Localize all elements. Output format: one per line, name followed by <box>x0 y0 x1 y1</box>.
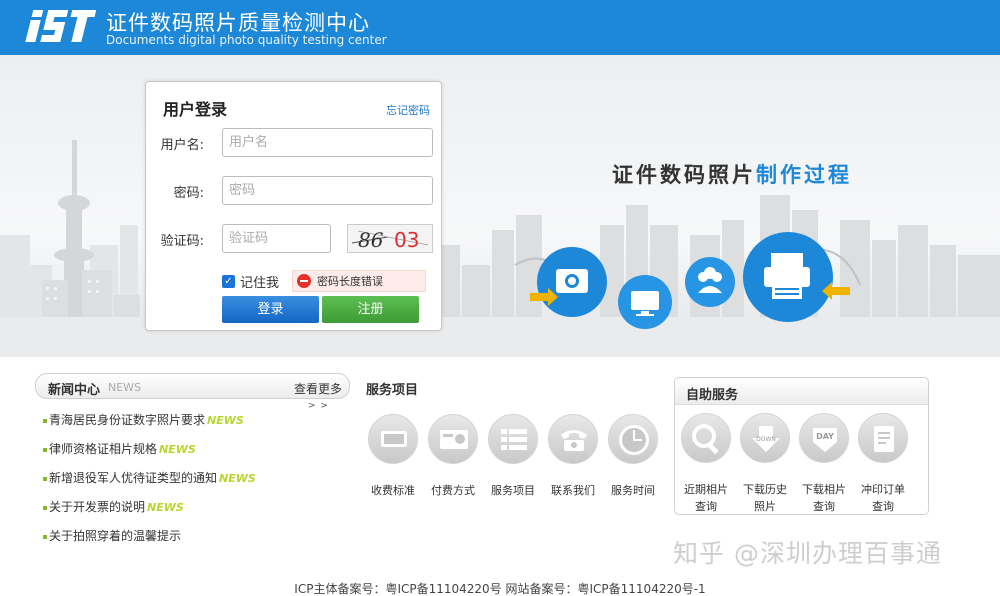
payment-card-icon[interactable] <box>428 414 478 464</box>
process-title-blue: 制作过程 <box>756 162 852 187</box>
label-line1: 下载相片 <box>802 483 846 496</box>
news-item-text[interactable]: 律师资格证相片规格 <box>49 442 157 456</box>
login-panel: 用户登录 忘记密码 用户名: 密码: 验证码: 86 03 ✓ 记住我 密码长度… <box>145 81 442 331</box>
news-item[interactable]: 青海居民身份证数字照片要求 NEWS <box>43 411 244 428</box>
bullet-icon <box>43 476 47 481</box>
remember-checkbox[interactable]: ✓ <box>222 275 235 288</box>
remember-me[interactable]: ✓ 记住我 <box>222 272 279 291</box>
list-icon[interactable] <box>488 414 538 464</box>
download-icon[interactable]: DOWN <box>740 413 790 463</box>
label-line1: 下载历史 <box>743 483 787 496</box>
error-text: 密码长度错误 <box>317 275 383 288</box>
news-more-arrows[interactable]: > > <box>308 401 329 411</box>
self-service-title: 自助服务 <box>686 388 739 403</box>
bullet-icon <box>43 447 47 452</box>
self-service-label[interactable]: 冲印订单 查询 <box>855 481 911 515</box>
news-tag: NEWS <box>147 501 184 514</box>
service-label[interactable]: 服务时间 <box>598 482 668 498</box>
services-title: 服务项目 <box>366 383 419 398</box>
process-title: 证件数码照片制作过程 <box>612 159 852 189</box>
bullet-icon <box>43 534 47 539</box>
self-service-panel: 自助服务 DOWN DAY 近期相片查询 下载历史照片 下载相片查询 冲印订单查… <box>674 377 929 515</box>
self-service-label[interactable]: 近期相片 查询 <box>678 481 734 515</box>
username-input[interactable] <box>222 128 433 157</box>
news-item[interactable]: 关于开发票的说明 NEWS <box>43 498 184 515</box>
label-line1: 冲印订单 <box>861 483 905 496</box>
top-header: 证件数码照片质量检测中心 Documents digital photo qua… <box>0 0 1000 55</box>
site-subtitle: Documents digital photo quality testing … <box>106 33 387 47</box>
day-label: DAY <box>816 432 834 441</box>
news-item-text[interactable]: 关于拍照穿着的温馨提示 <box>49 529 181 543</box>
monitor-circle <box>618 275 672 329</box>
self-service-header: 自助服务 <box>675 378 928 405</box>
zhihu-watermark: 知乎 @深圳办理百事通 <box>673 539 942 568</box>
login-button[interactable]: 登录 <box>222 296 319 323</box>
error-icon <box>297 274 311 288</box>
phone-icon[interactable] <box>548 414 598 464</box>
remember-label: 记住我 <box>240 276 280 291</box>
label-line2: 照片 <box>754 500 776 513</box>
news-item[interactable]: 律师资格证相片规格 NEWS <box>43 440 196 457</box>
captcha-label: 验证码: <box>160 234 204 249</box>
news-item-text[interactable]: 青海居民身份证数字照片要求 <box>49 413 205 427</box>
login-title: 用户登录 <box>163 100 228 119</box>
label-line1: 近期相片 <box>684 483 728 496</box>
error-message: 密码长度错误 <box>292 270 426 292</box>
down-label: DOWN <box>756 436 776 443</box>
search-icon[interactable] <box>681 413 731 463</box>
icp-footer: ICP主体备案号：粤ICP备11104220号 网站备案号：粤ICP备11104… <box>294 582 706 596</box>
news-item-text[interactable]: 关于开发票的说明 <box>49 500 145 514</box>
password-input[interactable] <box>222 176 433 205</box>
captcha-digits-dark: 86 <box>358 228 384 252</box>
username-label: 用户名: <box>160 138 204 153</box>
register-button[interactable]: 注册 <box>322 296 419 323</box>
people-circle <box>685 257 735 307</box>
camera-circle <box>537 247 607 317</box>
news-header: 新闻中心 NEWS 查看更多 <box>35 373 350 399</box>
clock-icon[interactable] <box>608 414 658 464</box>
news-more-link[interactable]: 查看更多 <box>294 380 342 397</box>
day-calendar-icon[interactable]: DAY <box>799 413 849 463</box>
bullet-icon <box>43 505 47 510</box>
label-line2: 查询 <box>872 500 894 513</box>
self-service-label[interactable]: 下载历史 照片 <box>737 481 793 515</box>
label-line2: 查询 <box>813 500 835 513</box>
news-tag: NEWS <box>159 443 196 456</box>
news-title: 新闻中心 <box>48 383 101 398</box>
money-icon[interactable] <box>368 414 418 464</box>
label-line2: 查询 <box>695 500 717 513</box>
news-title-en: NEWS <box>108 381 142 394</box>
captcha-image[interactable]: 86 03 <box>347 224 433 253</box>
news-tag: NEWS <box>219 472 256 485</box>
self-service-label[interactable]: 下载相片 查询 <box>796 481 852 515</box>
process-title-black: 证件数码照片 <box>612 162 756 187</box>
news-tag: NEWS <box>207 414 244 427</box>
order-document-icon[interactable] <box>858 413 908 463</box>
printer-circle <box>743 232 833 322</box>
news-item[interactable]: 关于拍照穿着的温馨提示 <box>43 527 181 544</box>
ist-logo[interactable] <box>22 7 96 45</box>
forgot-password-link[interactable]: 忘记密码 <box>386 102 430 118</box>
captcha-digits-red: 03 <box>394 228 419 252</box>
news-item-text[interactable]: 新增退役军人优待证类型的通知 <box>49 471 217 485</box>
bullet-icon <box>43 418 47 423</box>
password-label: 密码: <box>173 186 204 201</box>
news-item[interactable]: 新增退役军人优待证类型的通知 NEWS <box>43 469 256 486</box>
captcha-input[interactable] <box>222 224 331 253</box>
